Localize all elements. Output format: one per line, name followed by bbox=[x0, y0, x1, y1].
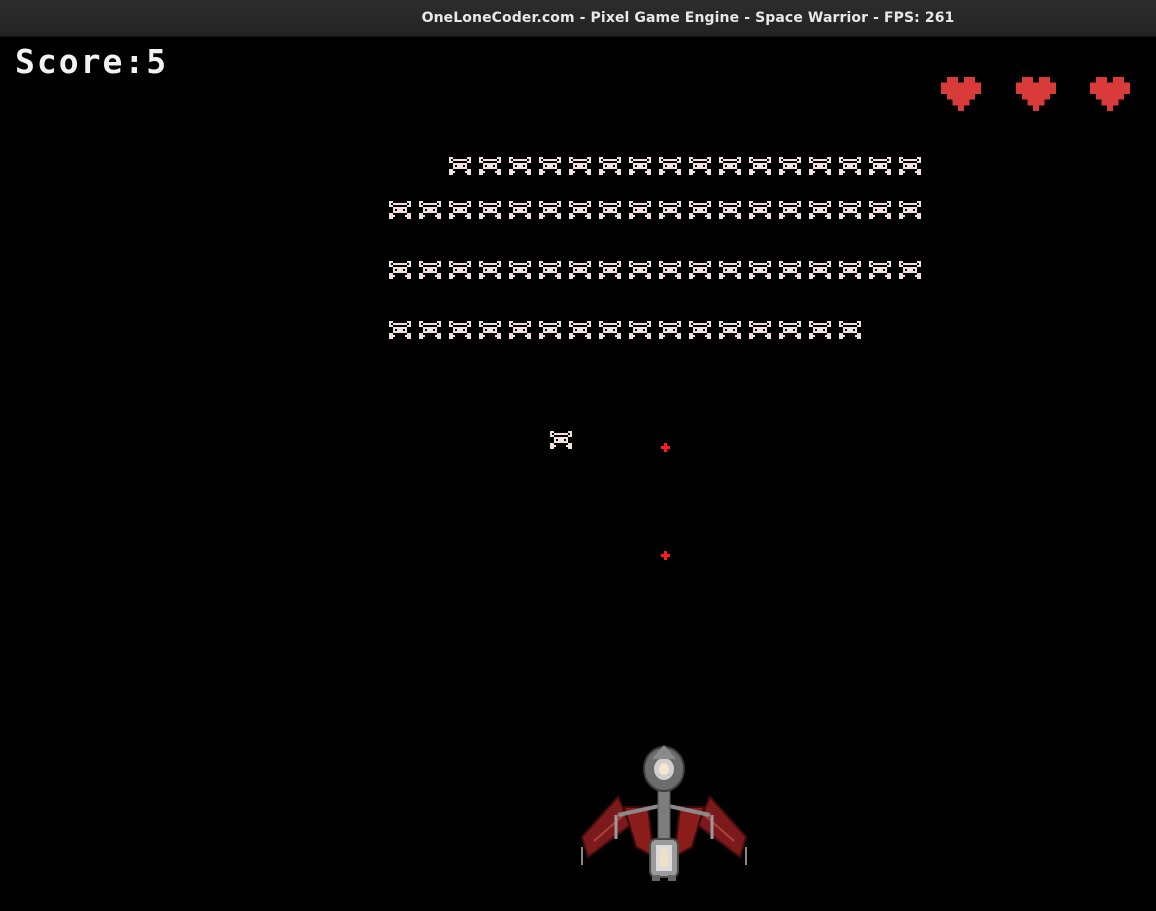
alien-invader-icon bbox=[749, 321, 771, 339]
heart-icon bbox=[941, 77, 981, 111]
bullet-icon bbox=[661, 551, 670, 560]
game-canvas[interactable]: Score:5 bbox=[0, 37, 1156, 911]
alien-invader-icon bbox=[550, 431, 572, 449]
alien-invader-icon bbox=[689, 261, 711, 279]
alien-invader-icon bbox=[599, 157, 621, 175]
window-title: OneLoneCoder.com - Pixel Game Engine - S… bbox=[421, 10, 955, 26]
alien-invader-icon bbox=[899, 261, 921, 279]
alien-invader-icon bbox=[719, 321, 741, 339]
lives-display bbox=[940, 77, 1140, 111]
alien-invader-icon bbox=[389, 261, 411, 279]
alien-invader-icon bbox=[779, 157, 801, 175]
alien-invader-icon bbox=[749, 261, 771, 279]
alien-invader-icon bbox=[539, 201, 561, 219]
alien-invader-icon bbox=[599, 321, 621, 339]
alien-invader-icon bbox=[779, 321, 801, 339]
alien-invader-icon bbox=[509, 157, 531, 175]
alien-invader-icon bbox=[839, 321, 861, 339]
alien-invader-icon bbox=[809, 157, 831, 175]
alien-invader-icon bbox=[539, 321, 561, 339]
score-display: Score:5 bbox=[15, 42, 169, 81]
alien-invader-icon bbox=[809, 261, 831, 279]
alien-invader-icon bbox=[479, 321, 501, 339]
alien-invader-icon bbox=[779, 201, 801, 219]
alien-invader-icon bbox=[809, 201, 831, 219]
alien-invader-icon bbox=[389, 321, 411, 339]
heart-icon bbox=[1090, 77, 1130, 111]
alien-invader-icon bbox=[449, 157, 471, 175]
alien-invader-icon bbox=[449, 261, 471, 279]
alien-invader-icon bbox=[569, 201, 591, 219]
alien-invader-icon bbox=[869, 157, 891, 175]
alien-invader-icon bbox=[809, 321, 831, 339]
alien-invader-icon bbox=[719, 201, 741, 219]
alien-invader-icon bbox=[569, 321, 591, 339]
alien-invader-icon bbox=[449, 321, 471, 339]
alien-invader-icon bbox=[419, 261, 441, 279]
alien-invader-icon bbox=[629, 157, 651, 175]
spaceship-icon bbox=[580, 745, 748, 881]
alien-invader-icon bbox=[419, 321, 441, 339]
alien-invader-icon bbox=[539, 261, 561, 279]
alien-invader-icon bbox=[689, 321, 711, 339]
alien-invader-icon bbox=[719, 261, 741, 279]
alien-invader-icon bbox=[569, 261, 591, 279]
alien-invader-icon bbox=[419, 201, 441, 219]
alien-invader-icon bbox=[779, 261, 801, 279]
alien-invader-icon bbox=[629, 321, 651, 339]
alien-invader-icon bbox=[659, 157, 681, 175]
alien-invader-icon bbox=[659, 261, 681, 279]
alien-invader-icon bbox=[689, 157, 711, 175]
alien-invader-icon bbox=[689, 201, 711, 219]
alien-invader-icon bbox=[659, 321, 681, 339]
alien-invader-icon bbox=[479, 261, 501, 279]
alien-invader-icon bbox=[629, 261, 651, 279]
alien-invader-icon bbox=[599, 201, 621, 219]
alien-invader-icon bbox=[599, 261, 621, 279]
alien-invader-icon bbox=[839, 157, 861, 175]
bullet-icon bbox=[661, 443, 670, 452]
alien-invader-icon bbox=[569, 157, 591, 175]
alien-invader-icon bbox=[899, 157, 921, 175]
alien-invader-icon bbox=[509, 321, 531, 339]
alien-invader-icon bbox=[479, 201, 501, 219]
alien-invader-icon bbox=[539, 157, 561, 175]
alien-invader-icon bbox=[749, 201, 771, 219]
alien-invader-icon bbox=[839, 201, 861, 219]
alien-invader-icon bbox=[749, 157, 771, 175]
alien-invader-icon bbox=[899, 201, 921, 219]
alien-invader-icon bbox=[869, 261, 891, 279]
alien-invader-icon bbox=[629, 201, 651, 219]
alien-invader-icon bbox=[389, 201, 411, 219]
alien-invader-icon bbox=[449, 201, 471, 219]
alien-invader-icon bbox=[719, 157, 741, 175]
alien-invader-icon bbox=[509, 261, 531, 279]
alien-invader-icon bbox=[839, 261, 861, 279]
window-titlebar: OneLoneCoder.com - Pixel Game Engine - S… bbox=[0, 0, 1156, 37]
alien-invader-icon bbox=[659, 201, 681, 219]
alien-invader-icon bbox=[509, 201, 531, 219]
alien-invader-icon bbox=[869, 201, 891, 219]
alien-invader-icon bbox=[479, 157, 501, 175]
heart-icon bbox=[1016, 77, 1056, 111]
